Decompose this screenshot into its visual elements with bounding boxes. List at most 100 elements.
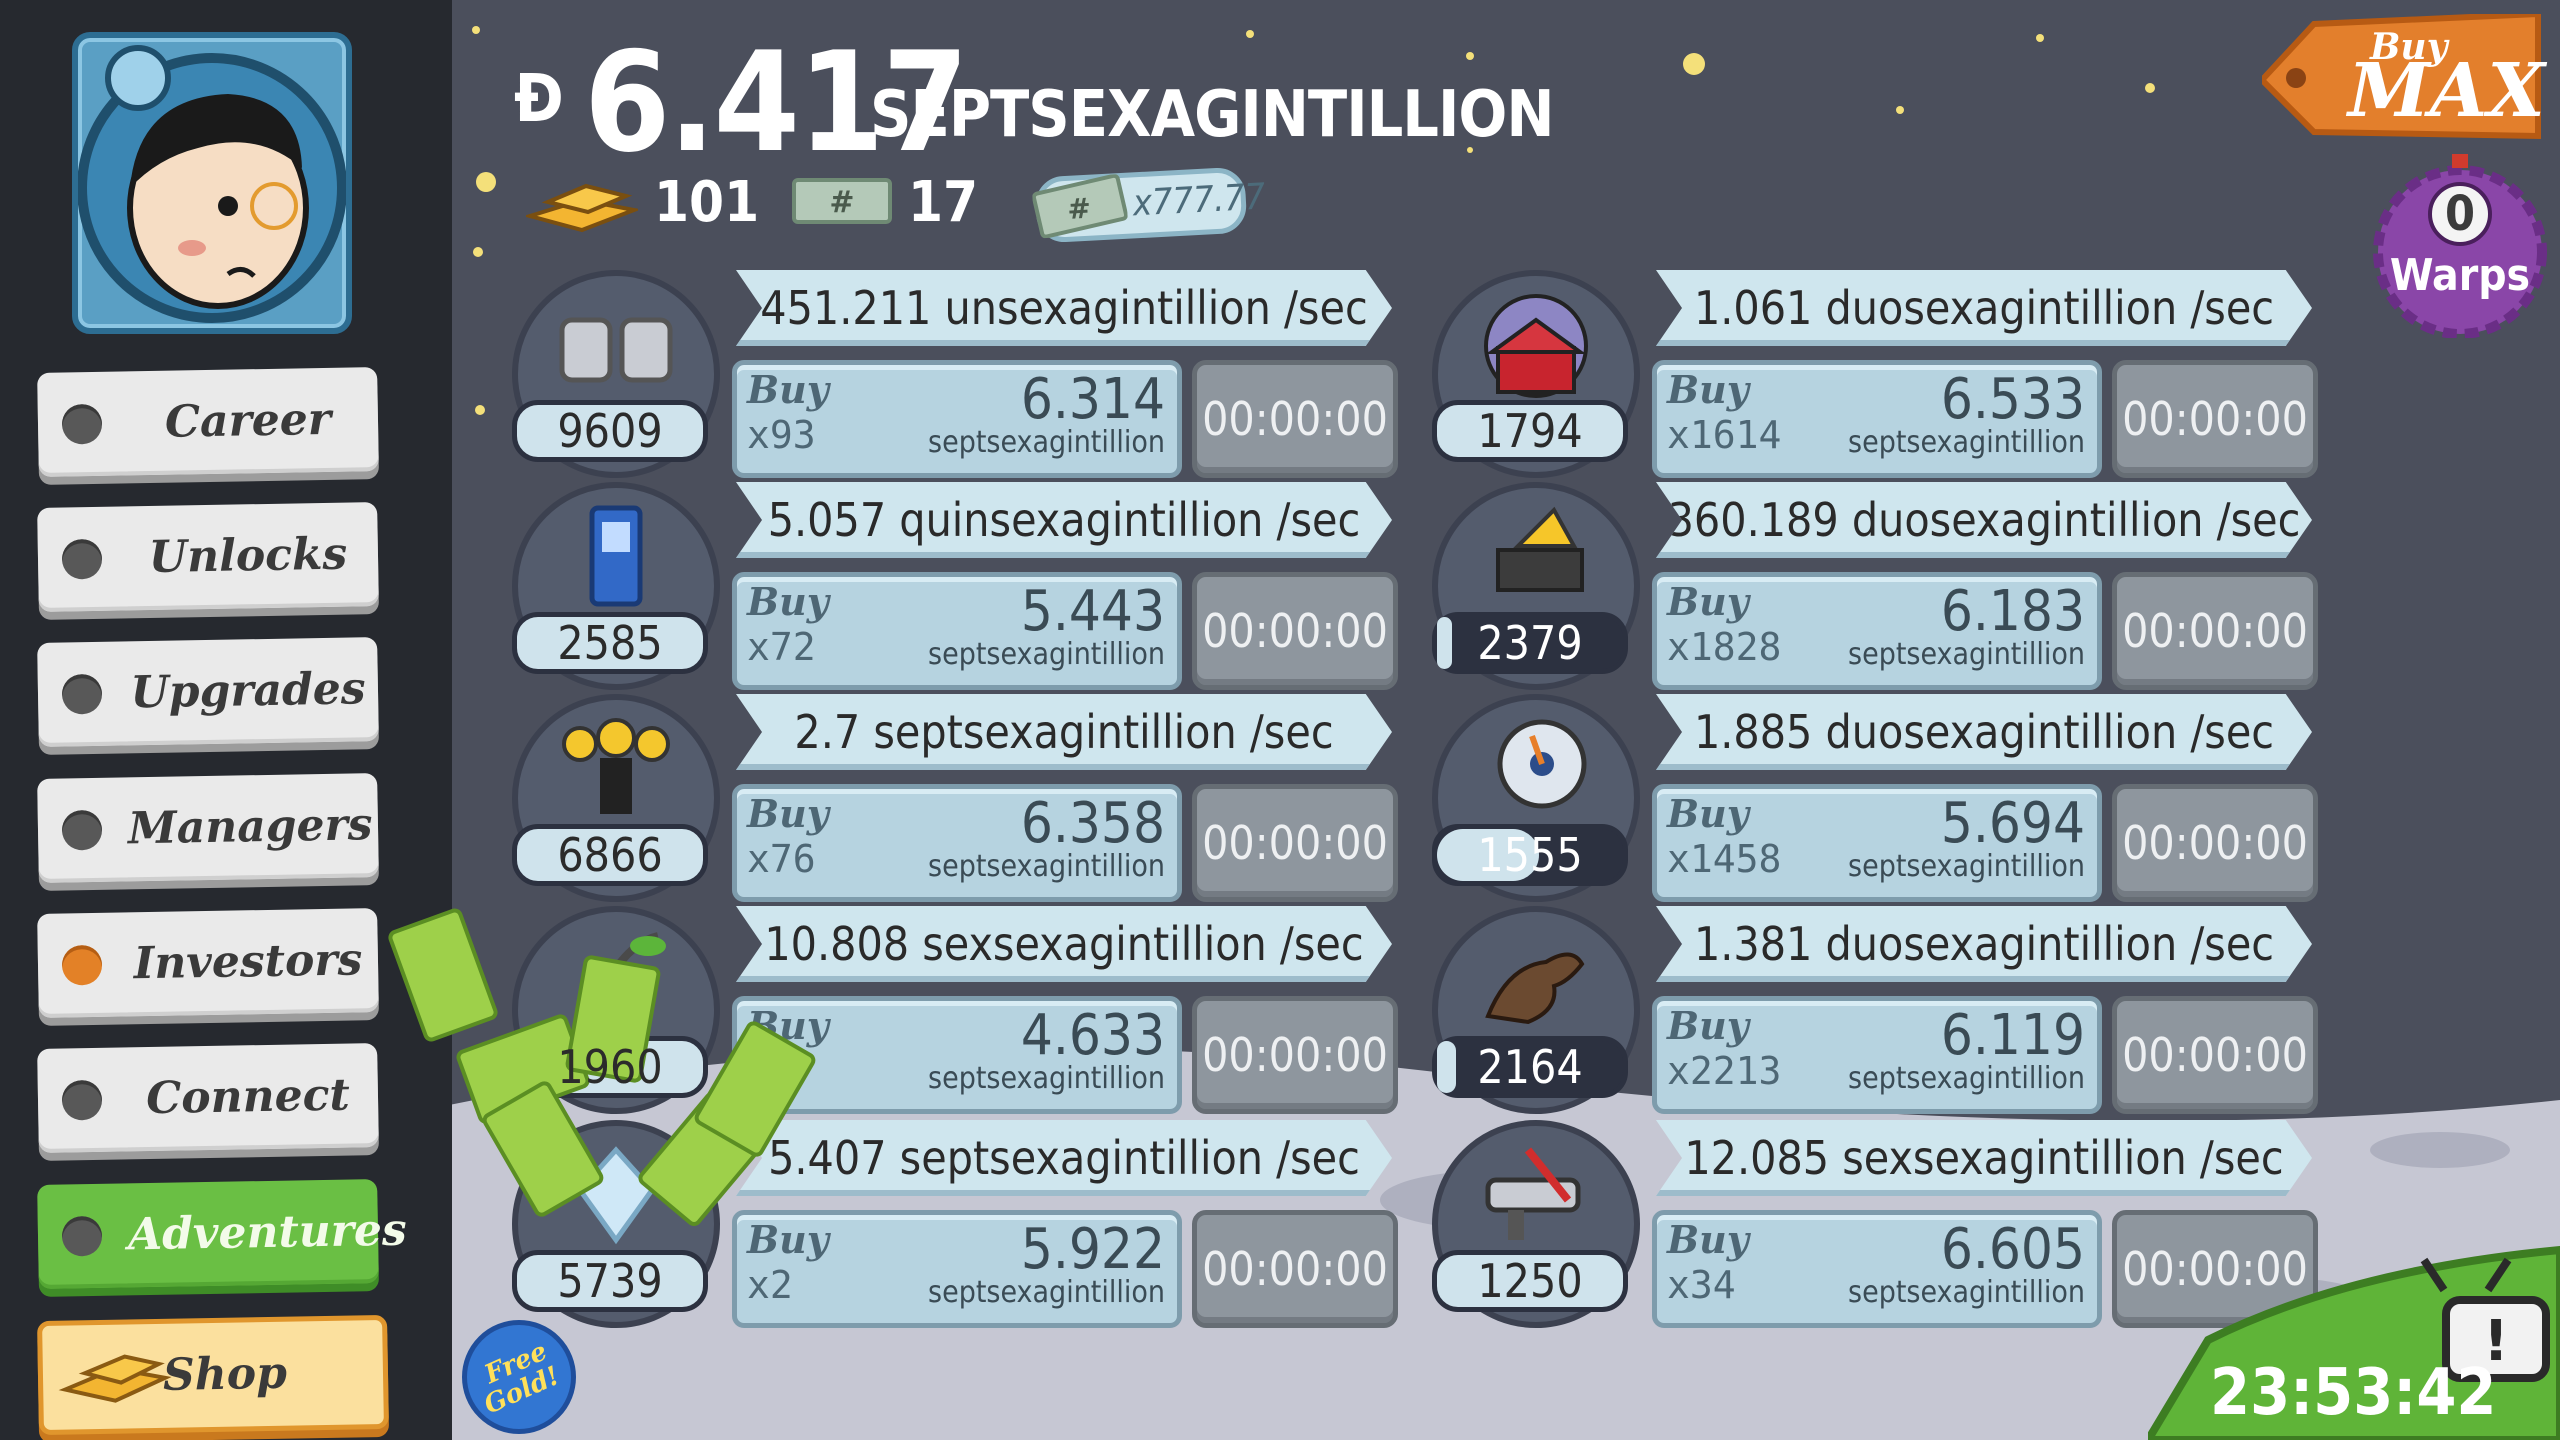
cycle-timer: 00:00:00 [2112, 996, 2318, 1114]
status-dot [61, 1215, 103, 1257]
cycle-timer: 00:00:00 [2112, 360, 2318, 478]
barn-dome-icon [1484, 294, 1588, 398]
nav-adventures-button[interactable]: Adventures [37, 1179, 408, 1289]
free-gold-button[interactable]: Free Gold! [462, 1320, 576, 1434]
income-rate-banner: 2.7 septsexagintillion /sec [736, 694, 1392, 770]
currency-symbol: Ð [514, 60, 564, 137]
warps-badge[interactable]: 0 Warps [2370, 152, 2550, 338]
angel-ticket-icon: # [1031, 173, 1129, 239]
nav-label: Upgrades [129, 663, 366, 719]
income-rate-banner: 451.211 unsexagintillion /sec [736, 270, 1392, 346]
buy-cost-unit: septsexagintillion [1848, 637, 2085, 672]
buy-quantity: x1614 [1667, 413, 1782, 457]
buy-button[interactable]: Buy x34 6.605 septsexagintillion [1652, 1210, 2102, 1328]
business-owned-count: 2164 [1432, 1036, 1628, 1098]
business-owned-count: 1250 [1432, 1250, 1628, 1312]
cycle-timer: 00:00:00 [2112, 572, 2318, 690]
buy-button[interactable]: Buy x2 5.922 septsexagintillion [732, 1210, 1182, 1328]
owned-count-value: 2379 [1477, 616, 1583, 670]
cycle-timer: 00:00:00 [1192, 996, 1398, 1114]
buy-cost: 6.119 [1940, 1003, 2085, 1068]
gold-count: 101 [654, 170, 760, 235]
buy-button[interactable]: Buy x76 6.358 septsexagintillion [732, 784, 1182, 902]
buy-cost: 4.633 [1020, 1003, 1165, 1068]
buy-button[interactable]: Buy x1828 6.183 septsexagintillion [1652, 572, 2102, 690]
buy-quantity: x1828 [1667, 625, 1782, 669]
status-dot [61, 1079, 103, 1121]
nav-upgrades-button[interactable]: Upgrades [37, 637, 379, 747]
buy-label: Buy [747, 791, 829, 836]
buy-button[interactable]: Buy x1614 6.533 septsexagintillion [1652, 360, 2102, 478]
cycle-timer: 00:00:00 [2112, 784, 2318, 902]
tv-countdown: 23:53:42 [2210, 1356, 2497, 1430]
megaticket-count: 17 [908, 170, 979, 235]
nav-connect-button[interactable]: Connect [37, 1043, 379, 1153]
megaticket-icon: # [792, 178, 892, 224]
buy-quantity: x2 [747, 1263, 793, 1307]
buy-quantity: x93 [747, 413, 816, 457]
buy-cost: 5.694 [1940, 791, 2085, 856]
crater [2370, 1132, 2510, 1168]
warps-label: Warps [2389, 250, 2531, 301]
business-owned-count: 9609 [512, 400, 708, 462]
angel-multiplier-badge[interactable]: # x777.77 [1031, 166, 1266, 244]
business-owned-count: 1555 [1432, 824, 1628, 886]
owned-count-value: 2164 [1477, 1040, 1583, 1094]
owned-count-value: 6866 [557, 828, 663, 882]
buy-cost-unit: septsexagintillion [1848, 425, 2085, 460]
buy-cost: 6.314 [1020, 367, 1165, 432]
buy-button[interactable]: Buy x1458 5.694 septsexagintillion [1652, 784, 2102, 902]
svg-text:#: # [1067, 192, 1092, 226]
buy-cost-unit: septsexagintillion [928, 425, 1165, 460]
player-avatar[interactable] [72, 32, 352, 334]
nav-label: Adventures [127, 1204, 408, 1261]
gold-bars-icon [526, 183, 638, 233]
angel-multiplier: x777.77 [1131, 176, 1267, 225]
shop-button[interactable]: Shop [37, 1314, 389, 1436]
warp-clock-icon [2373, 154, 2547, 338]
owned-count-value: 1794 [1477, 404, 1583, 458]
business-owned-count: 1794 [1432, 400, 1628, 462]
owned-count-value: 1960 [557, 1040, 663, 1094]
income-rate-banner: 360.189 duosexagintillion /sec [1656, 482, 2312, 558]
cheese-cart-icon [1496, 506, 1584, 592]
buy-quantity: x76 [747, 837, 816, 881]
buy-label: Buy [747, 367, 829, 412]
business-owned-count: 6866 [512, 824, 708, 886]
nav-unlocks-button[interactable]: Unlocks [37, 502, 379, 612]
buy-cost-unit: septsexagintillion [928, 1275, 1165, 1310]
buy-label: Buy [1667, 367, 1749, 412]
free-gold-label: Free Gold! [479, 1336, 565, 1421]
nav-managers-button[interactable]: Managers [37, 773, 379, 883]
buy-cost: 6.183 [1940, 579, 2085, 644]
status-dot [61, 538, 103, 580]
buy-max-big-label: MAX [2348, 48, 2545, 134]
buy-label: Buy [1667, 791, 1749, 836]
buy-max-button[interactable]: Buy MAX [2262, 14, 2545, 140]
cycle-timer: 00:00:00 [1192, 572, 1398, 690]
warps-count: 0 [2444, 186, 2476, 242]
buy-cost: 5.443 [1020, 579, 1165, 644]
buy-quantity: x72 [747, 625, 816, 669]
income-rate-banner: 1.061 duosexagintillion /sec [1656, 270, 2312, 346]
nav-label: Investors [133, 934, 363, 990]
cycle-timer: 00:00:00 [1192, 1210, 1398, 1328]
amusement-ride-icon [1497, 719, 1587, 809]
cycle-timer: 00:00:00 [1192, 784, 1398, 902]
status-dot [61, 809, 103, 851]
buy-button[interactable]: Buy x72 5.443 septsexagintillion [732, 572, 1182, 690]
business-owned-count: 2379 [1432, 612, 1628, 674]
buy-button[interactable]: Buy x2213 6.119 septsexagintillion [1652, 996, 2102, 1114]
buy-label: Buy [747, 579, 829, 624]
nav-investors-button[interactable]: Investors [37, 908, 379, 1018]
werewolf-icon [1485, 952, 1585, 1025]
buy-button[interactable]: Buy x93 6.314 septsexagintillion [732, 360, 1182, 478]
cycle-timer: 00:00:00 [1192, 360, 1398, 478]
progress-fill [1437, 1041, 1456, 1093]
mascots-icon [562, 718, 670, 814]
buy-cost-unit: septsexagintillion [928, 1061, 1165, 1096]
money-unit: SEPTSEXAGINTILLION [870, 78, 1554, 152]
nav-career-button[interactable]: Career [37, 367, 379, 477]
buy-label: Buy [1667, 1003, 1749, 1048]
astronaut-avatar-icon [78, 45, 346, 323]
